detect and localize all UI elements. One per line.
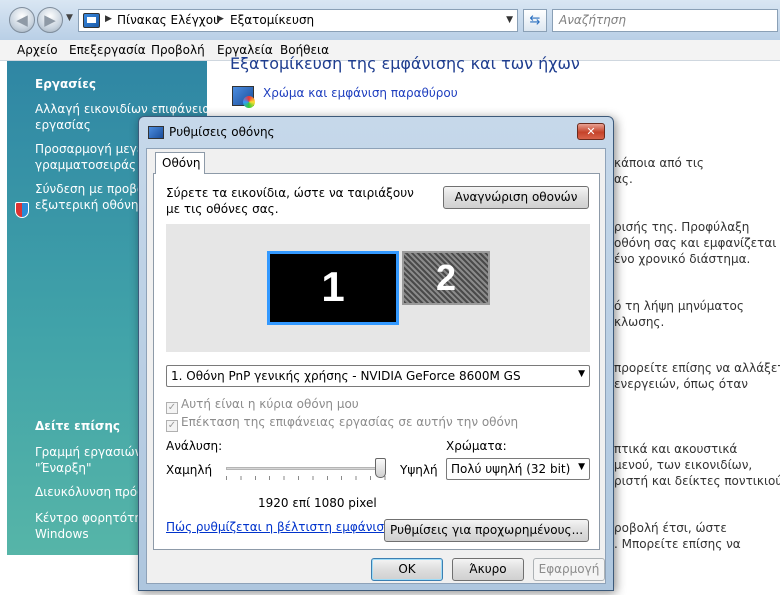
close-icon: ✕ <box>586 125 596 138</box>
monitor-select[interactable]: 1. Οθόνη PnP γενικής χρήσης - NVIDIA GeF… <box>166 365 590 387</box>
window-color-link[interactable]: Χρώμα και εμφάνιση παραθύρου <box>263 86 458 100</box>
checkmark-icon: ✓ <box>166 402 178 414</box>
shield-icon <box>15 202 29 218</box>
explorer-address-bar: ◀ ▶ ▼ ▶ Πίνακας Ελέγχου ▶ Εξατομίκευση ▼… <box>0 0 780 40</box>
address-box[interactable]: ▶ Πίνακας Ελέγχου ▶ Εξατομίκευση ▼ <box>78 9 518 32</box>
breadcrumb-control-panel[interactable]: Πίνακας Ελέγχου <box>117 13 220 27</box>
forward-button[interactable]: ▶ <box>37 7 63 33</box>
menu-view[interactable]: Προβολή <box>151 43 205 57</box>
identify-monitors-button[interactable]: Αναγνώριση οθονών <box>443 186 589 209</box>
resolution-slider-thumb[interactable] <box>375 458 386 478</box>
content-text: πτικά και ακουστικά μενού, των εικονιδίω… <box>614 442 780 488</box>
display-icon <box>148 126 164 139</box>
content-text: κάποια από τις ας. <box>614 156 704 186</box>
content-text: ροβολή έτσι, ώστε . Μπορείτε επίσης να <box>614 521 741 551</box>
resolution-high-label: Υψηλή <box>400 463 438 477</box>
best-display-help-link[interactable]: Πώς ρυθμίζεται η βέλτιστη εμφάνιση; <box>166 520 396 534</box>
ok-button[interactable]: ΟΚ <box>371 558 443 581</box>
chevron-down-icon: ▼ <box>578 369 585 379</box>
history-dropdown-icon[interactable]: ▼ <box>66 13 73 23</box>
advanced-settings-button[interactable]: Ρυθμίσεις για προχωρημένους... <box>384 519 589 542</box>
monitor-2[interactable]: 2 <box>402 251 490 305</box>
cancel-button[interactable]: Άκυρο <box>452 558 524 581</box>
drag-instructions: Σύρετε τα εικονίδια, ώστε να ταιριάξουν … <box>166 186 414 216</box>
chevron-down-icon: ▼ <box>578 462 585 472</box>
resolution-label: Ανάλυση: <box>166 439 223 453</box>
display-settings-dialog: Ρυθμίσεις οθόνης ✕ Οθόνη Σύρετε τα εικον… <box>138 116 614 591</box>
primary-monitor-checkbox[interactable]: ✓ Αυτή είναι η κύρια οθόνη μου <box>166 397 359 414</box>
menu-edit[interactable]: Επεξεργασία <box>69 43 146 57</box>
checkmark-icon: ✓ <box>166 420 178 432</box>
chevron-right-icon[interactable]: ▶ <box>217 14 224 24</box>
monitor-arrangement: 2 1 <box>166 224 590 352</box>
color-depth-value: Πολύ υψηλή (32 bit) <box>451 462 571 476</box>
dialog-title: Ρυθμίσεις οθόνης <box>169 125 275 139</box>
resolution-slider-ticks <box>226 476 386 480</box>
extend-desktop-checkbox[interactable]: ✓ Επέκταση της επιφάνειας εργασίας σε αυτ… <box>166 415 518 432</box>
monitor-select-value: 1. Οθόνη PnP γενικής χρήσης - NVIDIA GeF… <box>171 369 521 383</box>
tab-monitor[interactable]: Οθόνη <box>155 152 205 174</box>
back-button[interactable]: ◀ <box>9 7 35 33</box>
content-text: ό τη λήψη μηνύματος κλωσης. <box>614 299 744 329</box>
monitor-tab-panel: Σύρετε τα εικονίδια, ώστε να ταιριάξουν … <box>153 173 600 550</box>
chevron-right-icon[interactable]: ▶ <box>105 14 112 24</box>
tasks-heading: Εργασίες <box>35 77 97 91</box>
chevron-down-icon[interactable]: ▼ <box>506 15 513 25</box>
primary-monitor-label: Αυτή είναι η κύρια οθόνη μου <box>181 397 359 411</box>
see-also-heading: Δείτε επίσης <box>35 419 121 433</box>
monitor-1[interactable]: 1 <box>267 251 399 325</box>
refresh-button[interactable]: ⇆ <box>523 9 547 32</box>
content-text: προρείτε επίσης να αλλάξετε ενεργειών, ό… <box>614 361 780 391</box>
window-color-icon <box>232 86 255 108</box>
refresh-icon: ⇆ <box>529 13 541 28</box>
colors-label: Χρώματα: <box>446 439 507 453</box>
control-panel-icon <box>83 13 100 28</box>
dialog-body: Οθόνη Σύρετε τα εικονίδια, ώστε να ταιρι… <box>146 148 606 584</box>
breadcrumb-personalization[interactable]: Εξατομίκευση <box>230 13 314 27</box>
content-text: ρισής της. Προφύλαξη οθόνη σας και εμφαν… <box>614 220 777 266</box>
resolution-low-label: Χαμηλή <box>166 463 213 477</box>
apply-button[interactable]: Εφαρμογή <box>533 558 605 581</box>
menu-file[interactable]: Αρχείο <box>17 43 58 57</box>
extend-desktop-label: Επέκταση της επιφάνειας εργασίας σε αυτή… <box>181 415 519 429</box>
page-title: Εξατομίκευση της εμφάνισης και των ήχων <box>230 54 580 73</box>
close-button[interactable]: ✕ <box>577 123 605 140</box>
search-input[interactable]: Αναζήτηση <box>552 9 778 32</box>
resolution-slider-track[interactable] <box>226 467 386 470</box>
forward-arrow-icon: ▶ <box>44 11 56 29</box>
color-depth-select[interactable]: Πολύ υψηλή (32 bit) ▼ <box>446 458 590 480</box>
back-arrow-icon: ◀ <box>16 11 28 29</box>
resolution-value: 1920 επί 1080 pixel <box>258 496 377 510</box>
